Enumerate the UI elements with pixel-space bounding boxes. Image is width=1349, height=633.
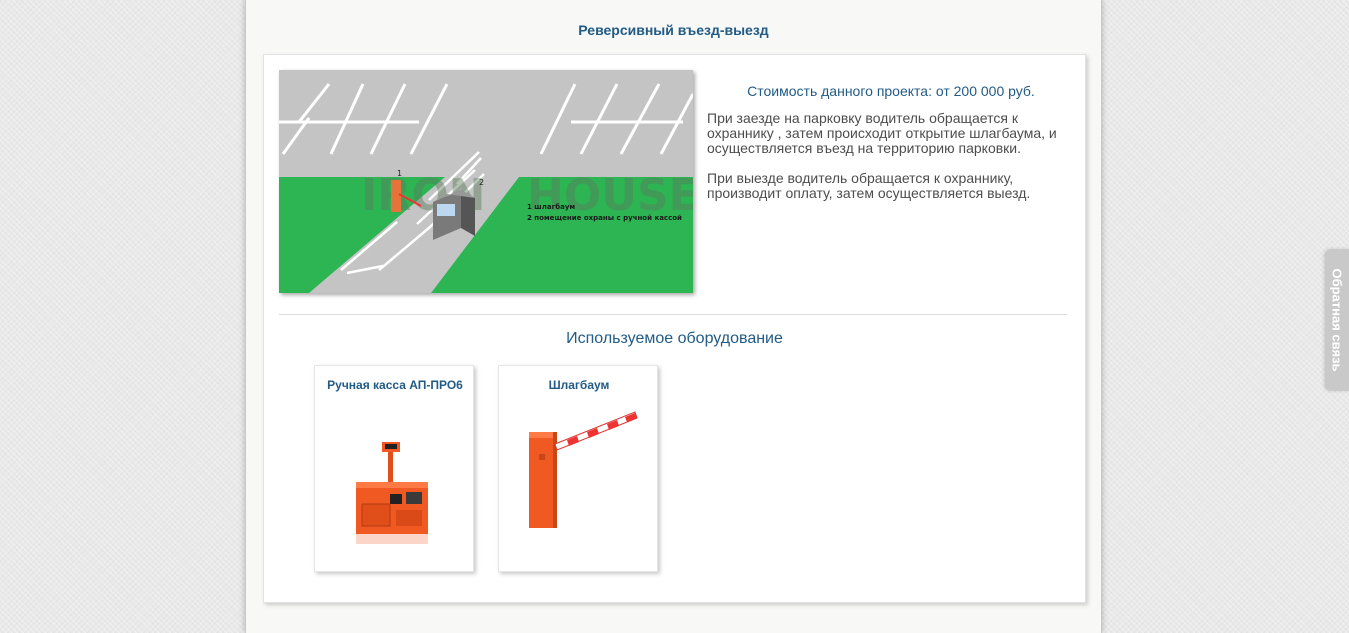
barrier-image[interactable]	[515, 404, 645, 534]
feedback-tab[interactable]: Обратная связь	[1325, 249, 1349, 391]
project-description: При заезде на парковку водитель обращает…	[707, 111, 1067, 216]
project-card: IRON HOUSE 1 2 1 шлагбаум 2 помещение ох…	[263, 54, 1086, 603]
equipment-item-cash-register[interactable]: Ручная касса АП-ПРО6	[314, 365, 474, 572]
scheme-marker-1: 1	[397, 169, 402, 178]
project-cost: Стоимость данного проекта: от 200 000 ру…	[747, 83, 1035, 99]
description-paragraph: При заезде на парковку водитель обращает…	[707, 110, 1057, 156]
scheme-legend-1: 1 шлагбаум	[527, 203, 575, 211]
equipment-title: Используемое оборудование	[566, 330, 783, 347]
equipment-item-name[interactable]: Ручная касса АП-ПРО6	[323, 378, 467, 392]
divider	[279, 314, 1067, 315]
parking-scheme-image: IRON HOUSE 1 2 1 шлагбаум 2 помещение ох…	[279, 70, 693, 293]
description-paragraph: При выезде водитель обращается к охранни…	[707, 170, 1031, 201]
equipment-item-name[interactable]: Шлагбаум	[507, 378, 651, 392]
page-container: Реверсивный въезд-выезд IRON HOUSE 1 2 1…	[245, 0, 1102, 633]
page-title: Реверсивный въезд-выезд	[578, 22, 769, 38]
feedback-label[interactable]: Обратная связь	[1330, 268, 1345, 371]
equipment-item-barrier[interactable]: Шлагбаум	[498, 365, 658, 572]
scheme-legend-2: 2 помещение охраны с ручной кассой	[527, 214, 682, 222]
cash-register-image[interactable]	[350, 438, 440, 548]
scheme-marker-2: 2	[479, 178, 484, 187]
